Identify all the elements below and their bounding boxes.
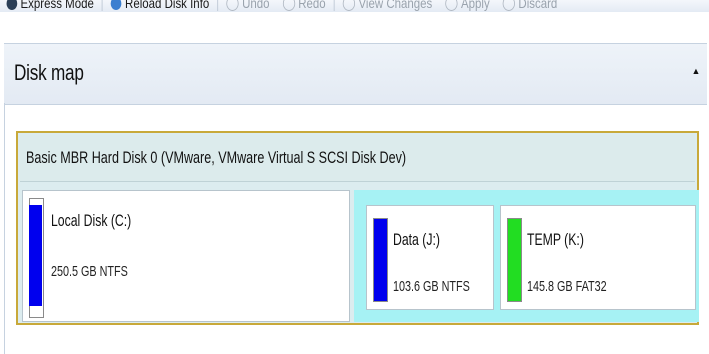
apply-label: Apply [460,0,490,11]
view-changes-label: View Changes [358,0,433,11]
partition-size: 145.8 GB FAT32 [527,278,607,295]
redo-button[interactable]: Redo [276,0,332,12]
panel-border [4,103,5,354]
discard-label: Discard [518,0,558,11]
redo-icon [282,0,295,11]
toolbar-separator [333,0,335,11]
undo-button[interactable]: Undo [220,0,276,12]
reload-disk-info-button[interactable]: Reload Disk Info [105,0,216,12]
reload-disk-info-label: Reload Disk Info [125,0,210,11]
partition-name: Data (J:) [393,230,440,249]
apply-icon [445,0,458,11]
toolbar-separator [217,0,219,11]
disk-title: Basic MBR Hard Disk 0 (VMware, VMware Vi… [26,148,407,167]
express-mode-button[interactable]: Express Mode [0,0,100,12]
partition-temp-k[interactable]: TEMP (K:) 145.8 GB FAT32 [500,205,696,310]
express-mode-label: Express Mode [20,0,94,11]
partition-size: 250.5 GB NTFS [51,263,128,280]
partition-data-j[interactable]: Data (J:) 103.6 GB NTFS [366,205,494,310]
disk-title-bar: Basic MBR Hard Disk 0 (VMware, VMware Vi… [20,135,695,182]
partition-usage-fill [507,218,522,302]
undo-icon [226,0,239,11]
discard-icon [502,0,516,11]
partition-usage-fill [29,205,42,306]
reload-icon [111,0,122,10]
partition-name: TEMP (K:) [527,230,584,249]
view-changes-button[interactable]: View Changes [336,0,439,12]
toolbar: Express Mode Reload Disk Info Undo Redo … [0,0,709,12]
disk-0[interactable]: Basic MBR Hard Disk 0 (VMware, VMware Vi… [16,131,699,325]
redo-label: Redo [298,0,326,11]
undo-label: Undo [242,0,270,11]
partition-size: 103.6 GB NTFS [393,278,470,295]
toolbar-separator [102,0,103,11]
express-mode-icon [6,0,18,10]
discard-button[interactable]: Discard [496,0,564,12]
partition-name: Local Disk (C:) [51,211,132,230]
partition-local-disk-c[interactable]: Local Disk (C:) 250.5 GB NTFS [22,190,350,322]
partition-usage-fill [373,218,388,302]
collapse-arrow-icon[interactable]: ▲ [691,66,701,76]
panel-title: Disk map [14,60,84,85]
view-changes-icon [342,0,356,11]
apply-button[interactable]: Apply [439,0,496,12]
disk-map-header: Disk map ▲ [4,43,707,105]
